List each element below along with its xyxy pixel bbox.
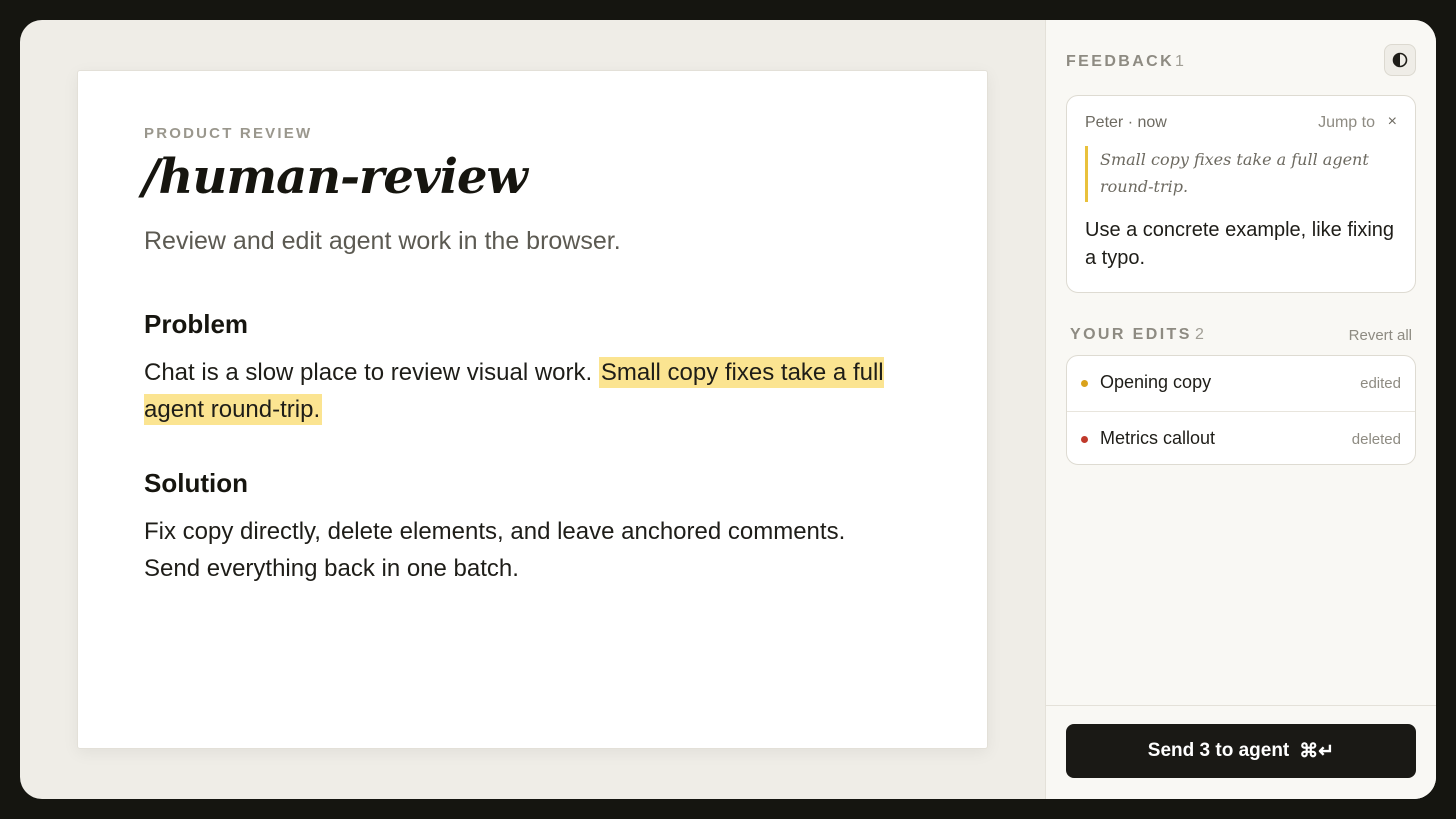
feedback-author: Peter · now (1085, 114, 1167, 131)
keyboard-shortcut-icon: ⌘↵ (1299, 740, 1335, 762)
feedback-quote: Small copy fixes take a full agent round… (1085, 146, 1385, 202)
contrast-icon (1392, 52, 1408, 68)
problem-text[interactable]: Chat is a slow place to review visual wo… (144, 359, 592, 386)
feedback-card[interactable]: Peter · now Jump to × Small copy fixes t… (1066, 95, 1416, 293)
edit-item-status: edited (1360, 375, 1401, 392)
revert-all-button[interactable]: Revert all (1349, 327, 1412, 344)
edits-list: Opening copy edited Metrics callout dele… (1066, 355, 1416, 465)
close-icon[interactable]: × (1388, 113, 1397, 131)
edit-item[interactable]: Opening copy edited (1067, 356, 1415, 410)
deleted-status-dot (1081, 436, 1088, 443)
section-heading-problem[interactable]: Problem (144, 309, 248, 340)
document-subtitle[interactable]: Review and edit agent work in the browse… (144, 227, 621, 256)
edit-item-name: Opening copy (1100, 372, 1212, 392)
send-to-agent-button[interactable]: Send 3 to agent ⌘↵ (1066, 724, 1416, 778)
section-text-solution[interactable]: Fix copy directly, delete elements, and … (144, 513, 904, 587)
edit-item[interactable]: Metrics callout deleted (1067, 411, 1415, 465)
document-page: PRODUCT REVIEW /human-review Review and … (77, 70, 988, 749)
edit-item-name: Metrics callout (1100, 428, 1216, 448)
theme-toggle-button[interactable] (1384, 44, 1416, 76)
your-edits-count: 2 (1195, 326, 1204, 343)
document-title[interactable]: /human-review (142, 149, 528, 205)
document-eyebrow: PRODUCT REVIEW (144, 125, 313, 142)
feedback-count: 1 (1175, 53, 1184, 70)
document-area: PRODUCT REVIEW /human-review Review and … (20, 20, 1045, 799)
section-heading-solution[interactable]: Solution (144, 468, 248, 499)
review-sidebar: FEEDBACK 1 Peter · now Jump to × Small c… (1045, 20, 1436, 799)
feedback-label: FEEDBACK (1066, 53, 1175, 70)
feedback-comment: Use a concrete example, like fixing a ty… (1085, 219, 1395, 269)
your-edits-label: YOUR EDITS (1070, 326, 1192, 343)
section-text-problem[interactable]: Chat is a slow place to review visual wo… (144, 354, 904, 428)
edit-item-status: deleted (1351, 431, 1401, 448)
jump-to-link[interactable]: Jump to (1318, 114, 1375, 132)
send-button-label: Send 3 to agent (1147, 740, 1290, 761)
edited-status-dot (1081, 380, 1088, 387)
sidebar-footer: Send 3 to agent ⌘↵ (1046, 705, 1436, 799)
app-window: PRODUCT REVIEW /human-review Review and … (20, 20, 1436, 799)
